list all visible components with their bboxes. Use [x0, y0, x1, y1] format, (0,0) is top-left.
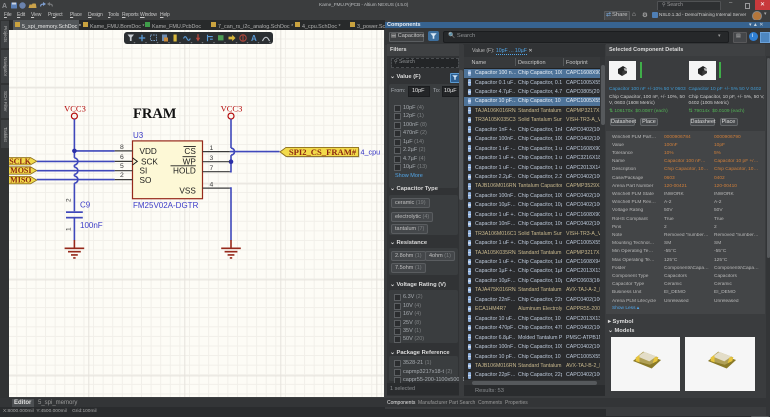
svg-text:WP: WP — [183, 157, 197, 166]
svg-text:8: 8 — [120, 144, 124, 151]
svg-text:1: 1 — [210, 144, 214, 151]
svg-text:6: 6 — [120, 154, 124, 161]
svg-text:1: 1 — [66, 227, 73, 231]
svg-text:FM25V02A-DGTR: FM25V02A-DGTR — [133, 201, 199, 210]
svg-text:3: 3 — [210, 154, 214, 161]
svg-text:4: 4 — [210, 181, 214, 188]
svg-text:VCC3: VCC3 — [221, 103, 243, 113]
svg-text:VSS: VSS — [179, 186, 196, 195]
svg-text:2: 2 — [120, 172, 124, 179]
svg-text:CS: CS — [184, 147, 196, 156]
svg-text:SO: SO — [140, 176, 152, 185]
svg-text:2: 2 — [66, 198, 73, 202]
svg-text:VCC3: VCC3 — [64, 103, 86, 113]
svg-text:C9: C9 — [80, 200, 91, 209]
svg-text:A: A — [2, 3, 7, 10]
svg-text:5: 5 — [120, 163, 124, 170]
svg-text:HOLD: HOLD — [173, 166, 196, 175]
svg-text:MOSI: MOSI — [10, 166, 31, 175]
svg-text:SPI2_CS_FRAM#: SPI2_CS_FRAM# — [289, 146, 357, 156]
svg-text:MISO: MISO — [10, 175, 31, 184]
svg-text:U3: U3 — [133, 131, 144, 140]
svg-text:100nF: 100nF — [80, 221, 103, 230]
svg-text:SCLK: SCLK — [9, 156, 32, 165]
svg-text:VDD: VDD — [140, 147, 157, 156]
svg-text:FRAM: FRAM — [133, 106, 177, 122]
svg-text:SI: SI — [140, 166, 148, 175]
svg-text:7: 7 — [210, 164, 214, 171]
svg-text:4_cpu: 4_cpu — [361, 147, 381, 156]
svg-text:A: A — [251, 34, 257, 43]
svg-text:SCK: SCK — [141, 157, 158, 166]
